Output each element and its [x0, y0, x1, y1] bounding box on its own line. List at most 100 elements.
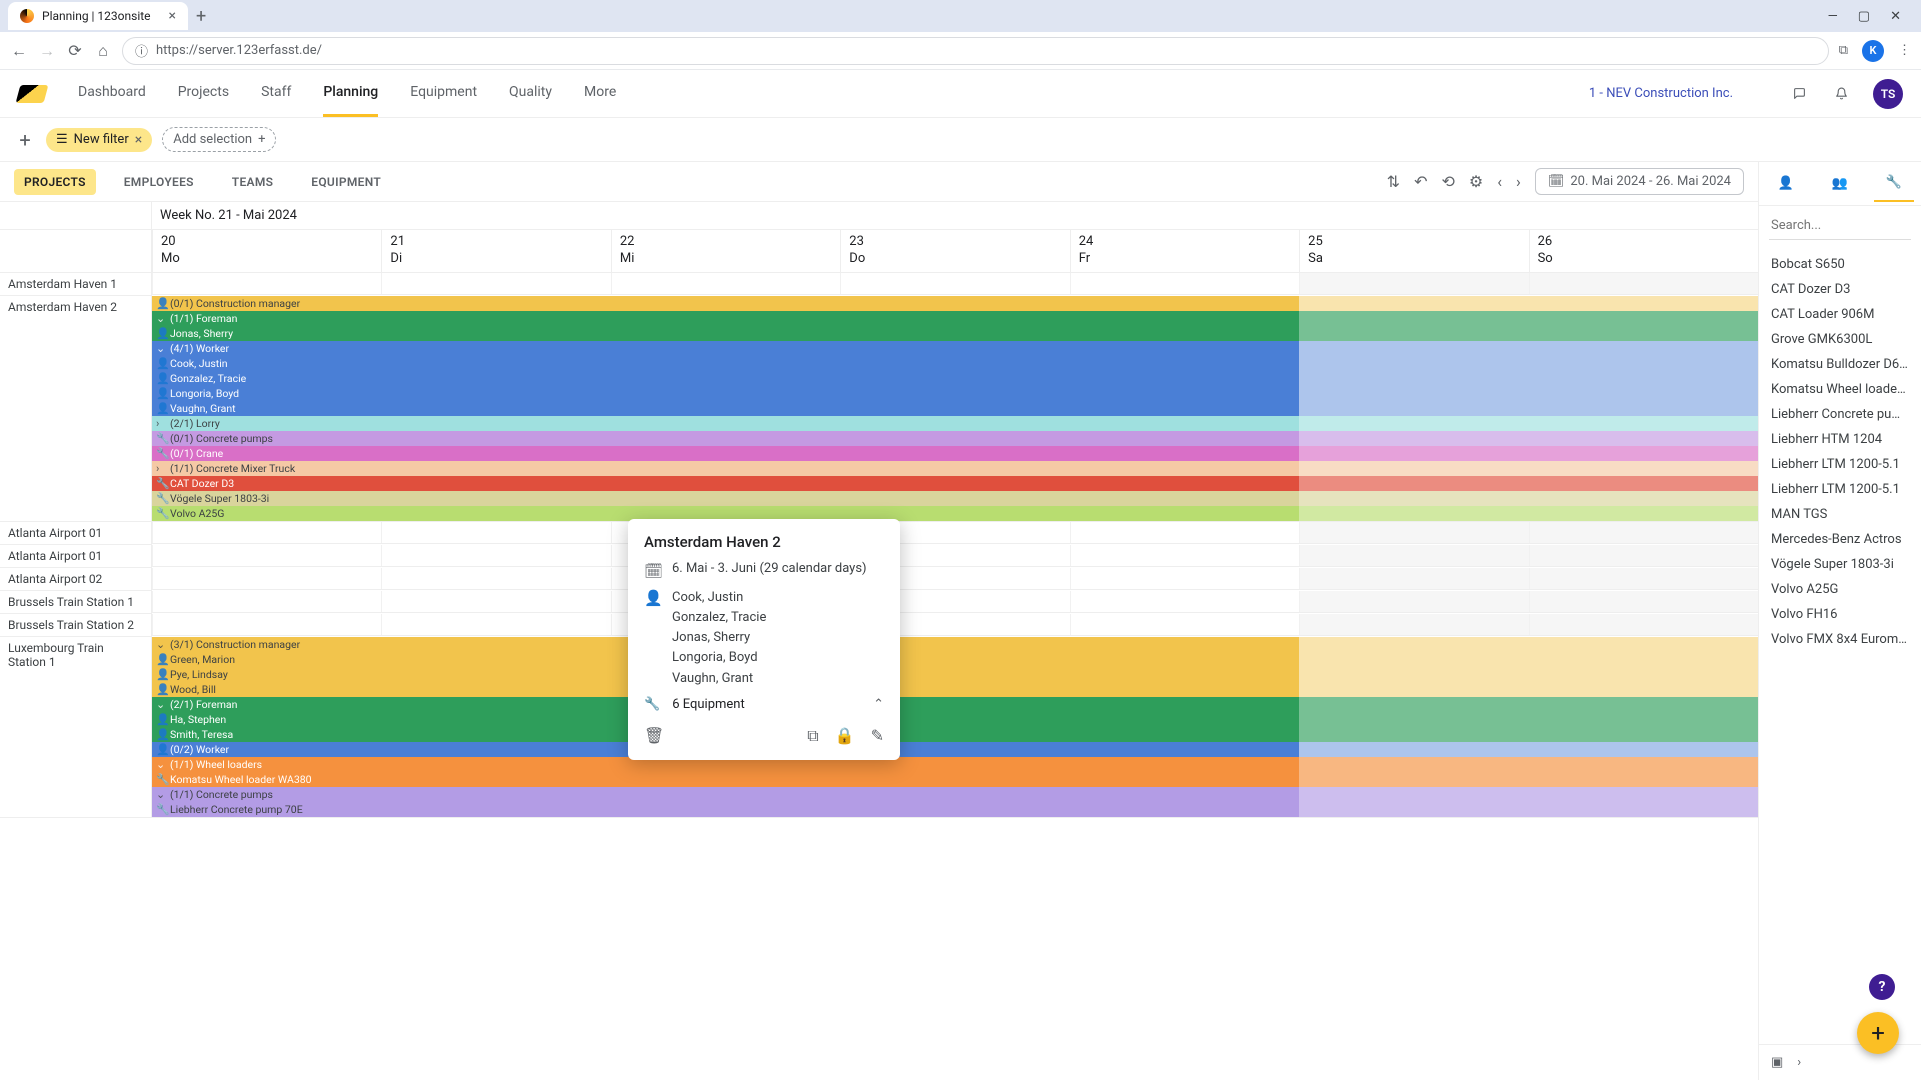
gantt-bar[interactable]: ⌄(1/1) Concrete pumps	[152, 787, 1758, 802]
nav-more[interactable]: More	[584, 70, 616, 117]
refresh-icon[interactable]: ⟲	[1441, 172, 1454, 191]
project-name[interactable]: Brussels Train Station 1	[0, 591, 152, 614]
sidebar-search-input[interactable]	[1769, 212, 1911, 240]
home-icon[interactable]: ⌂	[94, 41, 112, 61]
gantt-bar[interactable]: 🔧CAT Dozer D3	[152, 476, 1758, 491]
project-name[interactable]: Brussels Train Station 2	[0, 614, 152, 637]
gantt-bar[interactable]: 🔧(0/1) Crane	[152, 446, 1758, 461]
gantt-bar[interactable]: 👤Wood, Bill	[152, 682, 1758, 697]
lock-icon[interactable]: 🔒	[835, 726, 855, 746]
gantt-bar[interactable]: ⌄(1/1) Foreman	[152, 311, 1758, 326]
project-name[interactable]: Atlanta Airport 01	[0, 522, 152, 545]
new-filter-chip[interactable]: ☰ New filter ×	[46, 128, 152, 152]
gantt-bar[interactable]: ›(2/1) Lorry	[152, 416, 1758, 431]
next-week-icon[interactable]: ›	[1516, 172, 1521, 191]
gantt-bar[interactable]: 🔧Volvo A25G	[152, 506, 1758, 521]
equipment-item[interactable]: Volvo A25G	[1759, 577, 1921, 602]
equipment-item[interactable]: CAT Loader 906M	[1759, 302, 1921, 327]
project-name[interactable]: Luxembourg Train Station 1	[0, 637, 152, 818]
gantt-bar[interactable]: 👤(0/1) Construction manager	[152, 296, 1758, 311]
chat-icon[interactable]	[1789, 84, 1809, 104]
subtab-projects[interactable]: PROJECTS	[14, 169, 96, 195]
nav-projects[interactable]: Projects	[178, 70, 229, 117]
date-range-picker[interactable]: 🗓 20. Mai 2024 - 26. Mai 2024	[1535, 168, 1744, 195]
prev-week-icon[interactable]: ‹	[1497, 172, 1502, 191]
gantt-bar[interactable]: ⌄(4/1) Worker	[152, 341, 1758, 356]
gantt-bar[interactable]: 🔧Vögele Super 1803-3i	[152, 491, 1758, 506]
gantt-bar[interactable]: 🔧Komatsu Wheel loader WA380	[152, 772, 1758, 787]
equipment-item[interactable]: Liebherr LTM 1200-5.1	[1759, 477, 1921, 502]
app-logo[interactable]	[16, 85, 49, 103]
gantt-bar[interactable]: ⌄(2/1) Foreman	[152, 697, 1758, 712]
browser-menu-icon[interactable]: ⋮	[1898, 43, 1911, 58]
close-window-icon[interactable]: ✕	[1890, 9, 1901, 24]
gantt-bar[interactable]: 👤Green, Marion	[152, 652, 1758, 667]
nav-staff[interactable]: Staff	[261, 70, 291, 117]
project-name[interactable]: Amsterdam Haven 1	[0, 273, 152, 296]
bell-icon[interactable]	[1831, 84, 1851, 104]
minimize-icon[interactable]: —	[1828, 9, 1838, 24]
project-name[interactable]: Amsterdam Haven 2	[0, 296, 152, 522]
browser-tab[interactable]: Planning | 123onsite ×	[8, 2, 188, 30]
equipment-item[interactable]: Bobcat S650	[1759, 252, 1921, 277]
forward-icon[interactable]: →	[38, 41, 56, 61]
layout-icon[interactable]: ▣	[1771, 1055, 1783, 1070]
gantt-bar[interactable]: 👤(0/2) Worker	[152, 742, 1758, 757]
equipment-item[interactable]: Liebherr HTM 1204	[1759, 427, 1921, 452]
equipment-item[interactable]: Komatsu Wheel loader WA	[1759, 377, 1921, 402]
expand-equipment-icon[interactable]: ⌃	[873, 697, 884, 712]
equipment-item[interactable]: Komatsu Bulldozer D61PX	[1759, 352, 1921, 377]
nav-dashboard[interactable]: Dashboard	[78, 70, 146, 117]
remove-filter-icon[interactable]: ×	[135, 132, 142, 148]
gantt-bar[interactable]: 👤Ha, Stephen	[152, 712, 1758, 727]
org-selector[interactable]: 1 - NEV Construction Inc.	[1589, 86, 1733, 101]
gantt-bar[interactable]: 👤Cook, Justin	[152, 356, 1758, 371]
equipment-item[interactable]: CAT Dozer D3	[1759, 277, 1921, 302]
extensions-icon[interactable]: ⧉	[1839, 43, 1848, 58]
subtab-teams[interactable]: TEAMS	[222, 169, 283, 195]
browser-profile-avatar[interactable]: K	[1862, 40, 1884, 62]
equipment-item[interactable]: Mercedes-Benz Actros	[1759, 527, 1921, 552]
nav-planning[interactable]: Planning	[323, 70, 378, 117]
maximize-icon[interactable]: ▢	[1858, 9, 1870, 24]
equipment-item[interactable]: MAN TGS	[1759, 502, 1921, 527]
edit-icon[interactable]: ✎	[871, 726, 884, 746]
project-name[interactable]: Atlanta Airport 01	[0, 545, 152, 568]
nav-quality[interactable]: Quality	[509, 70, 552, 117]
gantt-bar[interactable]: 👤Longoria, Boyd	[152, 386, 1758, 401]
gantt-bar[interactable]: 👤Gonzalez, Tracie	[152, 371, 1758, 386]
gantt-bar[interactable]: 👤Pye, Lindsay	[152, 667, 1758, 682]
collapse-icon[interactable]: ›	[1797, 1055, 1801, 1070]
new-tab-button[interactable]: +	[196, 6, 206, 27]
gantt-bar[interactable]: 👤Jonas, Sherry	[152, 326, 1758, 341]
gantt-bar[interactable]: 🔧Liebherr Concrete pump 70E	[152, 802, 1758, 817]
undo-icon[interactable]: ↶	[1414, 172, 1427, 191]
sidebar-tab-team[interactable]: 👥	[1820, 166, 1860, 201]
gantt-bar[interactable]: 🔧(0/1) Concrete pumps	[152, 431, 1758, 446]
sort-icon[interactable]: ⇅	[1387, 172, 1400, 191]
delete-icon[interactable]: 🗑	[644, 726, 664, 745]
gantt-bar[interactable]: ⌄(3/1) Construction manager	[152, 637, 1758, 652]
back-icon[interactable]: ←	[10, 41, 28, 61]
equipment-item[interactable]: Volvo FMX 8x4 EuromixMT	[1759, 627, 1921, 652]
site-info-icon[interactable]: ⓘ	[135, 41, 148, 60]
help-fab[interactable]: ?	[1869, 974, 1895, 1000]
gantt-bar[interactable]: ›(1/1) Concrete Mixer Truck	[152, 461, 1758, 476]
equipment-item[interactable]: Liebherr Concrete pump 70	[1759, 402, 1921, 427]
copy-icon[interactable]: ⧉	[807, 726, 818, 746]
equipment-item[interactable]: Vögele Super 1803-3i	[1759, 552, 1921, 577]
project-name[interactable]: Atlanta Airport 02	[0, 568, 152, 591]
gantt-bar[interactable]: ⌄(1/1) Wheel loaders	[152, 757, 1758, 772]
gantt-bar[interactable]: 👤Smith, Teresa	[152, 727, 1758, 742]
add-selection-chip[interactable]: Add selection +	[162, 127, 276, 152]
sidebar-tab-equipment[interactable]: 🔧	[1874, 165, 1914, 202]
reload-icon[interactable]: ⟳	[66, 41, 84, 60]
add-filter-button[interactable]: +	[14, 128, 36, 152]
close-tab-icon[interactable]: ×	[169, 8, 176, 24]
sidebar-tab-person[interactable]: 👤	[1766, 166, 1806, 201]
user-avatar[interactable]: TS	[1873, 79, 1903, 109]
subtab-equipment[interactable]: EQUIPMENT	[301, 169, 391, 195]
add-fab[interactable]: +	[1857, 1012, 1899, 1054]
address-bar[interactable]: ⓘ https://server.123erfasst.de/	[122, 37, 1829, 65]
equipment-item[interactable]: Liebherr LTM 1200-5.1	[1759, 452, 1921, 477]
